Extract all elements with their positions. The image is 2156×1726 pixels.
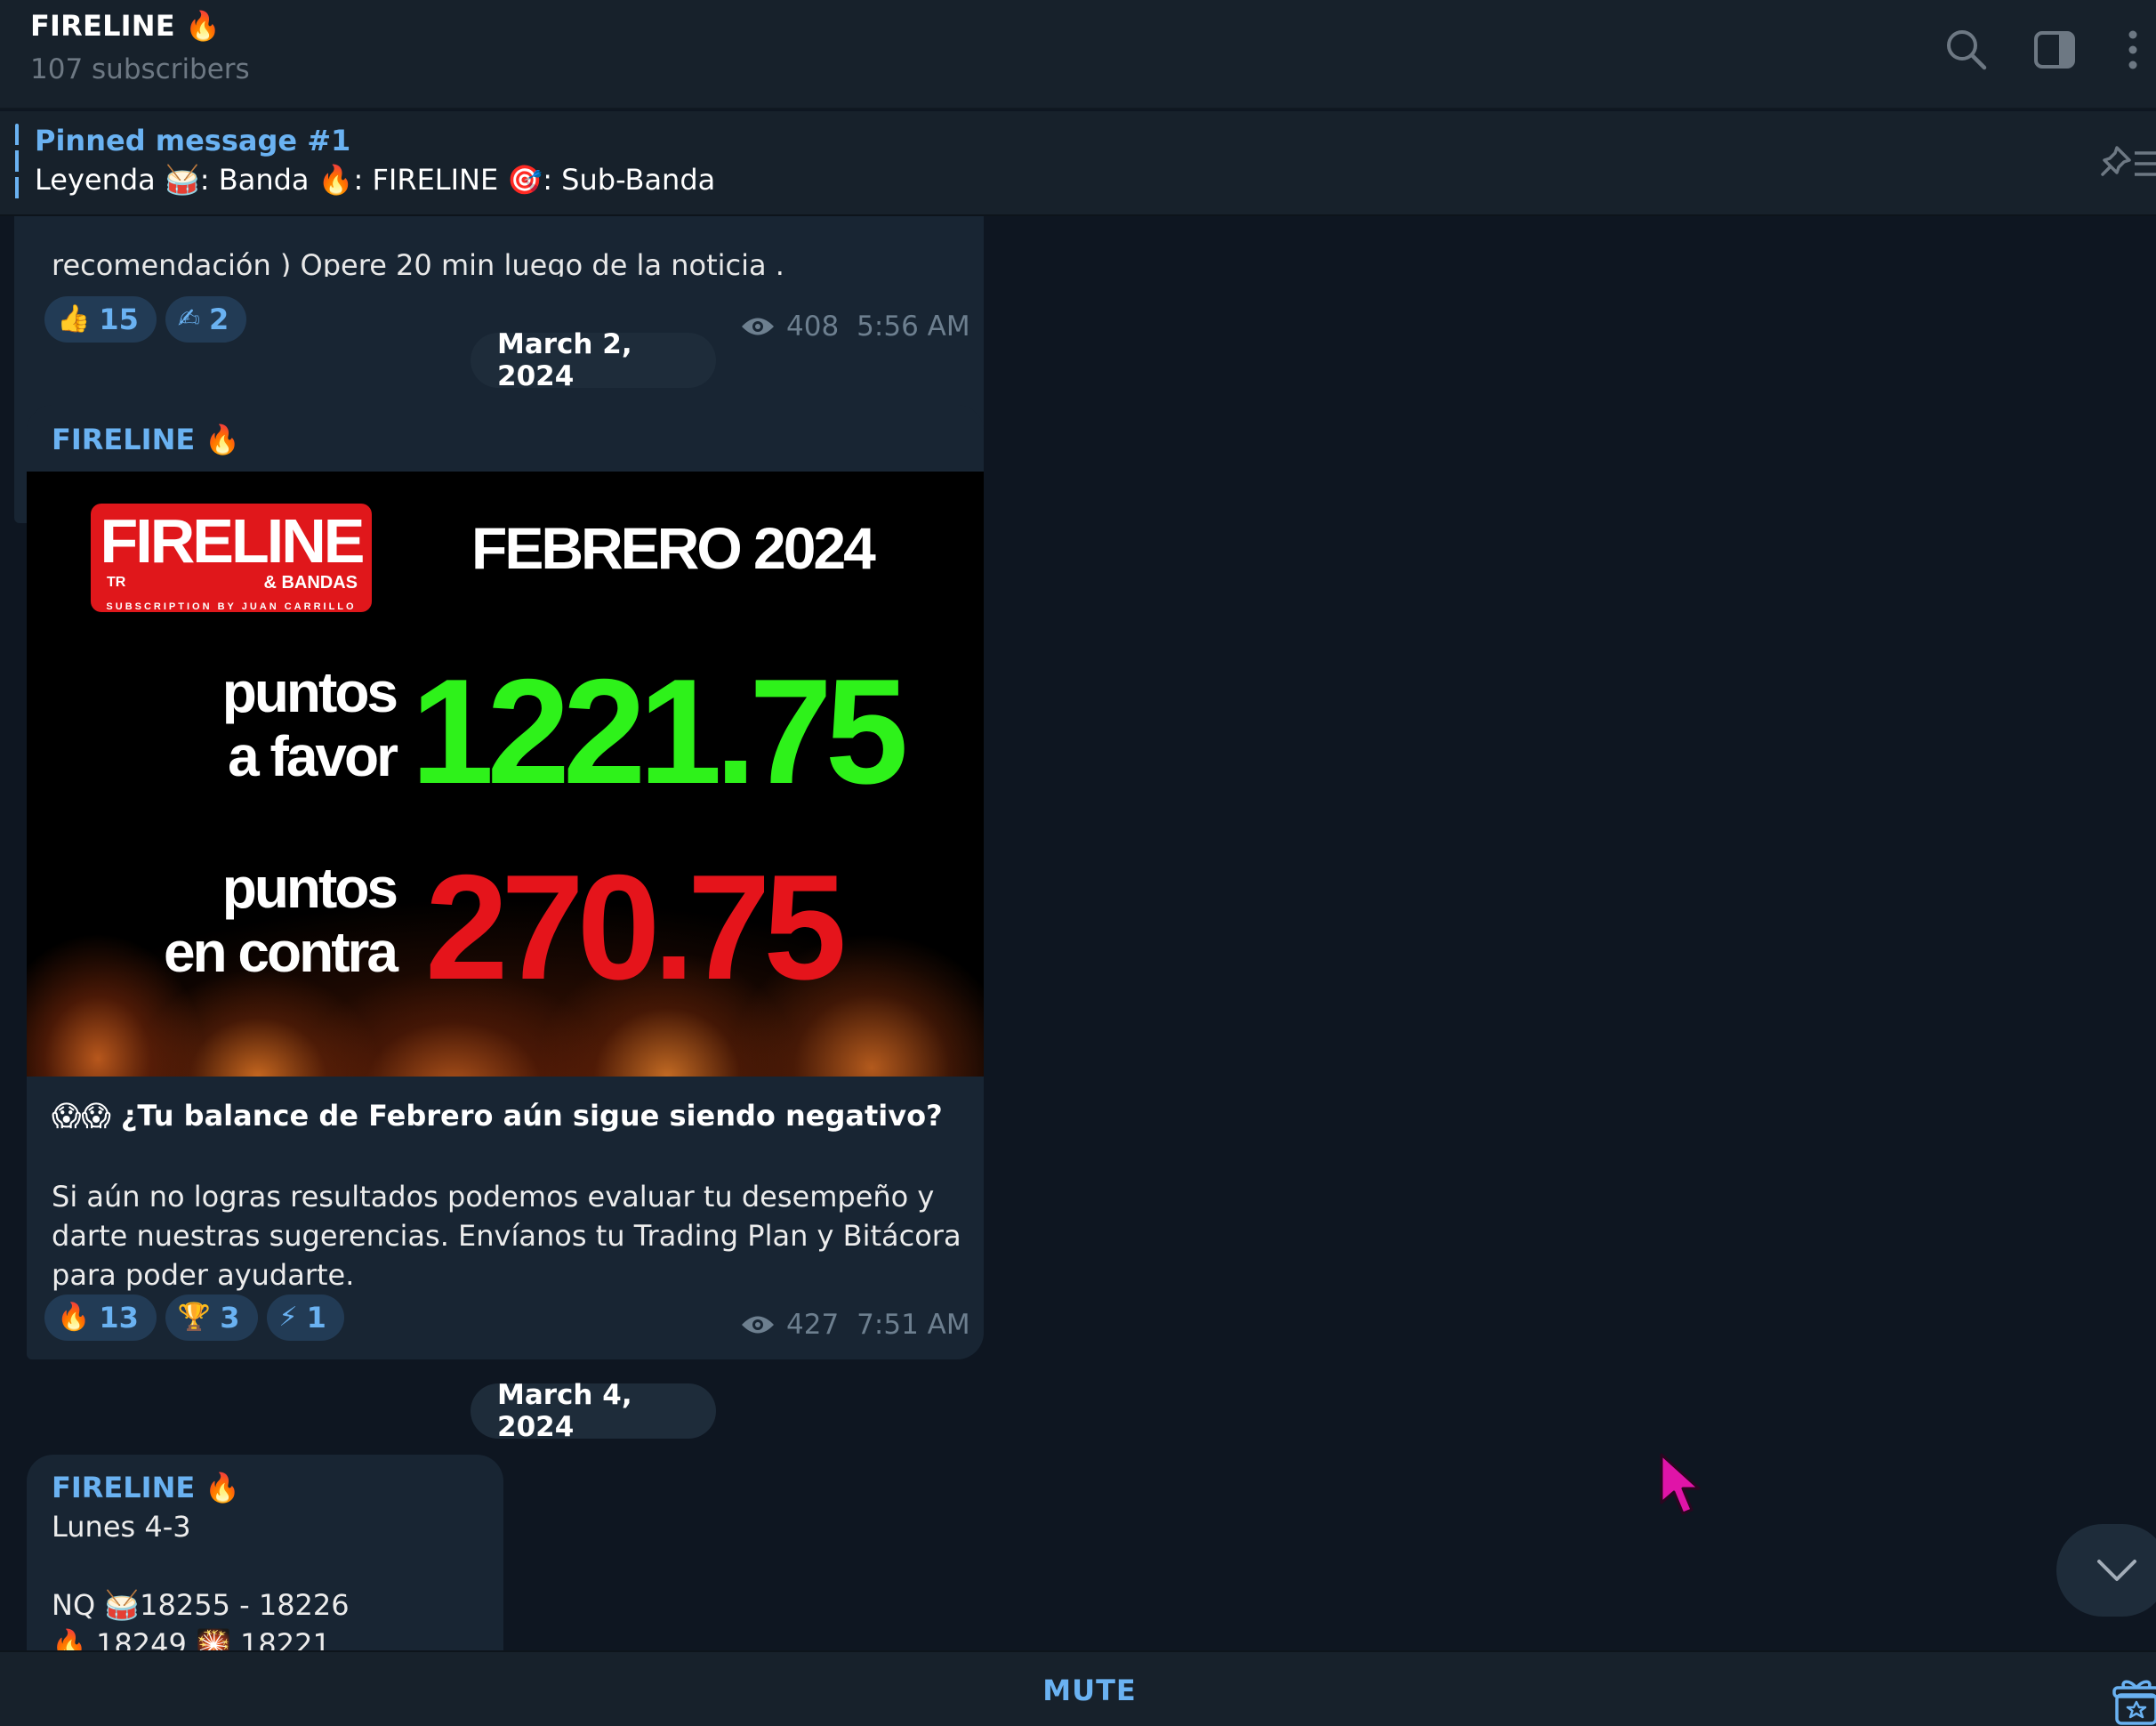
more-vertical-icon[interactable] — [2115, 27, 2151, 73]
sender-name[interactable]: FIRELINE 🔥 — [52, 423, 240, 456]
footer-bar: MUTE — [0, 1650, 2156, 1726]
contra-label-line: puntos — [221, 856, 398, 920]
reaction-emoji: 🏆 — [177, 1302, 212, 1333]
pinned-message-bar[interactable]: Pinned message #1 Leyenda 🥁: Banda 🔥: FI… — [0, 111, 2156, 216]
image-month: FEBRERO 2024 — [471, 515, 876, 581]
view-count: 408 — [786, 311, 840, 343]
channel-title[interactable]: FIRELINE 🔥 — [30, 9, 221, 43]
reaction-trophy[interactable]: 🏆 3 — [165, 1294, 258, 1341]
reactions-row: 🔥 13 🏆 3 ⚡ 1 — [44, 1294, 344, 1341]
pinned-label: Pinned message #1 — [35, 124, 351, 157]
views-icon — [742, 318, 774, 335]
reaction-count: 1 — [306, 1301, 326, 1335]
reaction-emoji: ⚡ — [278, 1302, 298, 1333]
logo-bandas: & BANDAS — [263, 573, 358, 593]
chat-history[interactable]: recomendación ) Opere 20 min luego de la… — [0, 216, 2156, 1650]
reaction-count: 3 — [220, 1301, 240, 1335]
contra-label: puntos en contra — [62, 856, 398, 984]
fireline-logo: FIRELINE TR & BANDAS — [91, 504, 372, 612]
reaction-count: 13 — [99, 1301, 139, 1335]
views-icon — [742, 1316, 774, 1334]
scroll-to-bottom-button[interactable] — [2056, 1524, 2156, 1617]
post-image[interactable]: FIRELINE TR & BANDAS SUBSCRIPTION BY JUA… — [27, 472, 984, 1077]
message-time: 7:51 AM — [857, 1309, 970, 1341]
message-text: recomendación ) Opere 20 min luego de la… — [52, 248, 784, 277]
sidebar-toggle-icon[interactable] — [2031, 27, 2078, 73]
favor-label-line: a favor — [228, 724, 398, 788]
chat-header[interactable]: FIRELINE 🔥 107 subscribers — [0, 0, 2156, 109]
sender-name[interactable]: FIRELINE 🔥 — [52, 1471, 240, 1504]
search-icon[interactable] — [1943, 27, 1990, 73]
mute-button[interactable]: MUTE — [961, 1652, 1219, 1726]
message-line: Lunes 4-3 — [52, 1510, 191, 1544]
message-meta: 427 7:51 AM — [740, 1309, 970, 1341]
reaction-count: 2 — [209, 302, 229, 336]
message-line: 🔥 18249 🎇 18221 — [52, 1627, 331, 1650]
reaction-writing-hand[interactable]: ✍ 2 — [165, 296, 247, 343]
message-bubble[interactable]: FIRELINE 🔥 FIRELINE TR & BANDAS SUBSCRIP… — [27, 405, 984, 1359]
reaction-emoji: 🔥 — [57, 1302, 91, 1333]
reactions-row: 👍 15 ✍ 2 — [44, 296, 247, 343]
message-time: 5:56 AM — [857, 311, 970, 343]
message-line: NQ 🥁18255 - 18226 — [52, 1588, 350, 1622]
pinned-text: Leyenda 🥁: Banda 🔥: FIRELINE 🎯: Sub-Band… — [35, 163, 716, 197]
subscriber-count: 107 subscribers — [30, 53, 250, 85]
favor-label: puntos a favor — [98, 660, 398, 788]
pinned-list-icon[interactable] — [2099, 141, 2156, 187]
reaction-emoji: ✍ — [177, 303, 201, 335]
chevron-down-icon — [2097, 1560, 2136, 1581]
reaction-emoji: 👍 — [57, 303, 91, 335]
logo-tr: TR — [107, 575, 126, 590]
logo-subtitle: SUBSCRIPTION BY JUAN CARRILLO — [106, 601, 357, 612]
reaction-lightning[interactable]: ⚡ 1 — [266, 1294, 344, 1341]
logo-text: FIRELINE — [100, 506, 366, 576]
reaction-thumbs-up[interactable]: 👍 15 — [44, 296, 157, 343]
date-separator[interactable]: March 4, 2024 — [471, 1379, 716, 1443]
gift-icon[interactable] — [2112, 1677, 2156, 1726]
mouse-cursor-icon — [1660, 1453, 1701, 1515]
message-meta: 408 5:56 AM — [740, 311, 970, 343]
contra-value: 270.75 — [425, 843, 847, 1011]
favor-value: 1221.75 — [411, 648, 908, 815]
caption-headline: 😱😱 ¿Tu balance de Febrero aún sigue sien… — [52, 1099, 943, 1133]
reaction-count: 15 — [99, 302, 139, 336]
contra-label-line: en contra — [163, 920, 398, 984]
pinned-indicator — [15, 124, 19, 202]
caption-body: Si aún no logras resultados podemos eval… — [52, 1180, 961, 1292]
date-separator[interactable]: March 2, 2024 — [471, 328, 716, 392]
reaction-fire[interactable]: 🔥 13 — [44, 1294, 157, 1341]
view-count: 427 — [786, 1309, 840, 1341]
message-bubble[interactable]: FIRELINE 🔥 Lunes 4-3 NQ 🥁18255 - 18226 🔥… — [27, 1455, 503, 1650]
favor-label-line: puntos — [221, 660, 398, 724]
